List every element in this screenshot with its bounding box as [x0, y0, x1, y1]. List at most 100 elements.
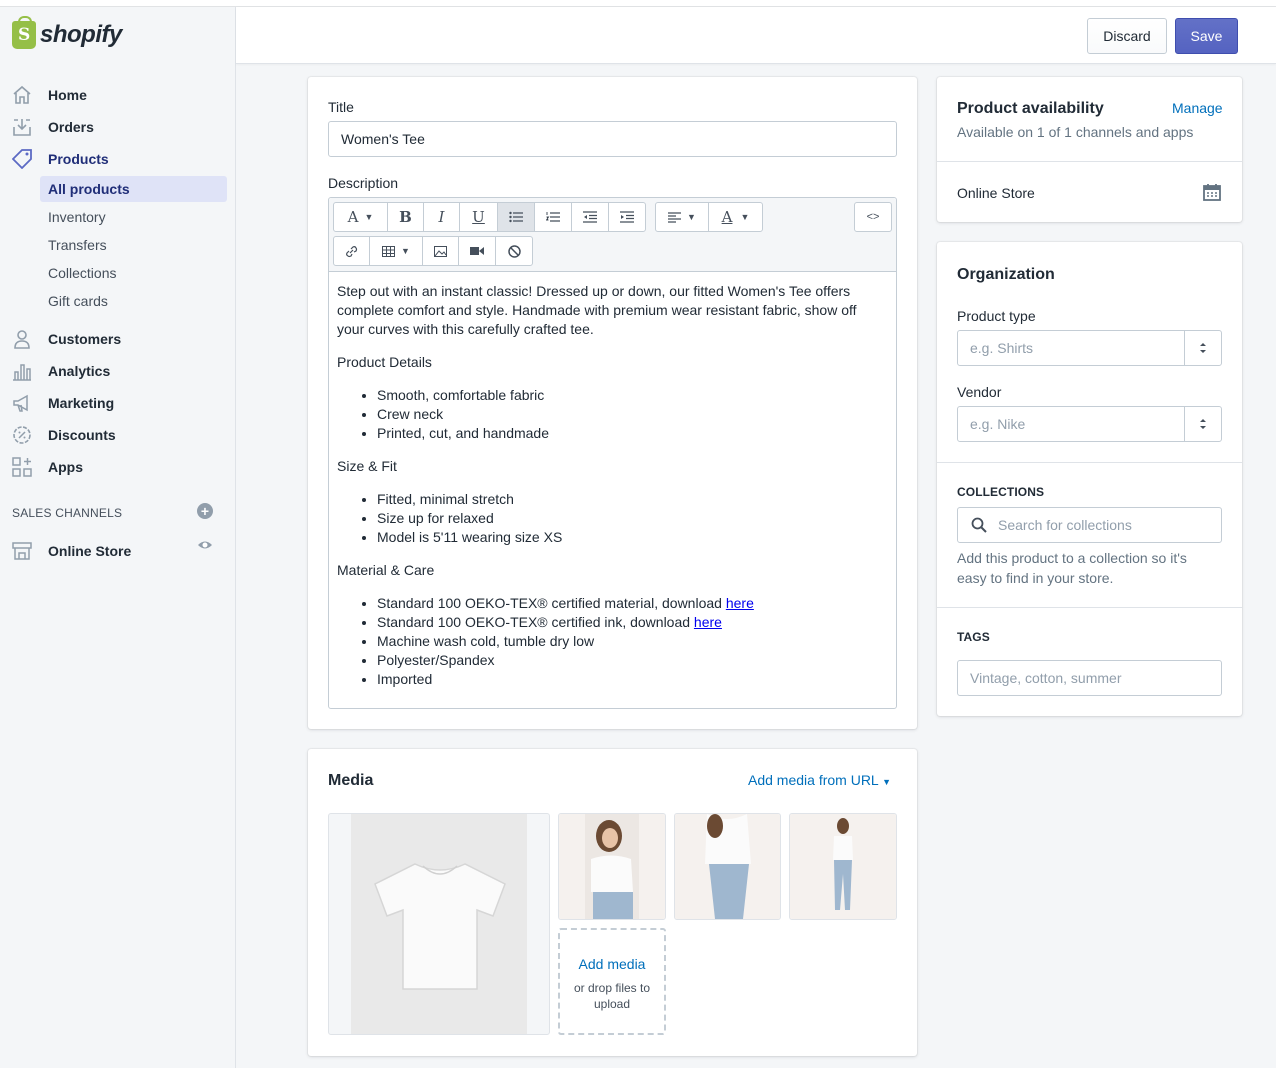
material-text: Standard 100 OEKO-TEX® certified materia…	[377, 595, 726, 611]
add-media-url-dropdown[interactable]: Add media from URL ▼	[748, 772, 891, 788]
material-care-heading: Material & Care	[337, 562, 435, 578]
description-editor: A ▼ B I U ▼ A ▼ <> ▼ Step out with an in…	[328, 197, 897, 709]
bullet-list-button[interactable]	[498, 203, 535, 231]
nav-analytics-label: Analytics	[48, 363, 111, 379]
list-item: Standard 100 OEKO-TEX® certified ink, do…	[377, 613, 877, 632]
bold-button[interactable]: B	[388, 203, 424, 231]
list-item: Machine wash cold, tumble dry low	[377, 632, 877, 651]
list-item: Size up for relaxed	[377, 509, 877, 528]
collections-header: COLLECTIONS	[957, 485, 1045, 499]
ink-download-link[interactable]: here	[694, 614, 722, 630]
search-icon	[971, 517, 987, 533]
align-dropdown[interactable]: ▼	[656, 203, 709, 231]
underline-button[interactable]: U	[460, 203, 498, 231]
brand-name: shopify	[40, 21, 122, 48]
select-arrows-icon	[1184, 407, 1221, 441]
product-type-input[interactable]: e.g. Shirts	[957, 330, 1222, 366]
insert-table-dropdown[interactable]: ▼	[370, 237, 423, 265]
manage-link[interactable]: Manage	[1172, 100, 1223, 116]
collections-search-input[interactable]: Search for collections	[957, 507, 1222, 543]
media-photo-3[interactable]	[789, 813, 897, 920]
add-media-url-label: Add media from URL	[748, 772, 879, 788]
nav-products[interactable]: Products	[0, 144, 236, 174]
availability-title: Product availability	[957, 100, 1104, 117]
nav-gift-cards[interactable]: Gift cards	[40, 288, 227, 314]
model-photo-2	[675, 814, 780, 919]
outdent-button[interactable]	[572, 203, 609, 231]
nav-orders-label: Orders	[48, 119, 94, 135]
list-item: Standard 100 OEKO-TEX® certified materia…	[377, 594, 877, 613]
add-media-dropzone[interactable]: Add media or drop files to upload	[558, 928, 666, 1035]
title-label: Title	[328, 99, 354, 115]
material-care-list: Standard 100 OEKO-TEX® certified materia…	[377, 594, 877, 689]
material-download-link[interactable]: here	[726, 595, 754, 611]
collections-search-placeholder: Search for collections	[998, 517, 1132, 533]
nav-customers[interactable]: Customers	[0, 324, 236, 354]
calendar-icon[interactable]	[1203, 183, 1221, 201]
sales-channels-header: SALES CHANNELS	[12, 506, 123, 520]
video-icon	[470, 247, 484, 255]
list-item: Smooth, comfortable fabric	[377, 386, 877, 405]
nav-marketing-label: Marketing	[48, 395, 115, 411]
insert-link-button[interactable]	[334, 237, 370, 265]
save-button[interactable]: Save	[1175, 18, 1238, 54]
list-item: Polyester/Spandex	[377, 651, 877, 670]
add-media-link[interactable]: Add media	[560, 956, 664, 972]
insert-image-button[interactable]	[423, 237, 459, 265]
source-group: <>	[854, 202, 892, 232]
person-icon	[14, 330, 30, 349]
indent-icon	[620, 211, 634, 223]
clear-formatting-button[interactable]	[496, 237, 532, 265]
list-item: Crew neck	[377, 405, 877, 424]
nav-orders[interactable]: Orders	[0, 112, 236, 142]
indent-button[interactable]	[609, 203, 645, 231]
media-photo-2[interactable]	[674, 813, 781, 920]
view-store-eye-icon[interactable]	[197, 537, 213, 553]
nav-home-label: Home	[48, 87, 87, 103]
font-style-dropdown[interactable]: A ▼	[334, 203, 388, 231]
title-input[interactable]: Women's Tee	[328, 121, 897, 157]
nav-discounts-label: Discounts	[48, 427, 116, 443]
discard-button[interactable]: Discard	[1087, 18, 1167, 54]
description-intro: Step out with an instant classic! Dresse…	[337, 283, 857, 337]
nav-collections[interactable]: Collections	[40, 260, 227, 286]
tag-icon	[12, 149, 32, 169]
media-photo-1[interactable]	[558, 813, 666, 920]
vendor-input[interactable]: e.g. Nike	[957, 406, 1222, 442]
numbered-list-icon	[546, 212, 560, 222]
table-icon	[382, 245, 396, 257]
clear-format-icon	[507, 244, 521, 258]
text-color-dropdown[interactable]: A ▼	[709, 203, 762, 231]
add-sales-channel-icon[interactable]: +	[197, 503, 213, 519]
apps-icon	[12, 457, 32, 477]
outdent-icon	[583, 211, 597, 223]
italic-button[interactable]: I	[424, 203, 460, 231]
nav-apps[interactable]: Apps	[0, 452, 236, 482]
select-arrows-icon	[1184, 331, 1221, 365]
caret-down-icon: ▼	[882, 777, 892, 787]
description-content[interactable]: Step out with an instant classic! Dresse…	[337, 282, 877, 703]
numbered-list-button[interactable]	[535, 203, 572, 231]
description-label: Description	[328, 175, 399, 191]
availability-subtitle: Available on 1 of 1 channels and apps	[957, 124, 1194, 140]
nav-discounts[interactable]: Discounts	[0, 420, 236, 450]
media-tshirt[interactable]	[328, 813, 550, 1035]
nav-marketing[interactable]: Marketing	[0, 388, 236, 418]
megaphone-icon	[13, 394, 28, 412]
image-icon	[434, 245, 447, 257]
html-source-button[interactable]: <>	[855, 203, 891, 231]
nav-inventory[interactable]: Inventory	[40, 204, 227, 230]
tags-input[interactable]: Vintage, cotton, summer	[957, 660, 1222, 696]
editor-toolbar: A ▼ B I U ▼ A ▼ <> ▼	[329, 198, 896, 272]
nav-transfers[interactable]: Transfers	[40, 232, 227, 258]
orders-icon	[13, 119, 31, 136]
shopify-logo[interactable]: S shopify	[12, 16, 122, 49]
nav-analytics[interactable]: Analytics	[0, 356, 236, 386]
organization-title: Organization	[957, 266, 1055, 283]
insert-group: ▼	[333, 236, 533, 266]
nav-home[interactable]: Home	[0, 80, 236, 110]
nav-all-products[interactable]: All products	[40, 176, 227, 202]
discount-icon	[13, 426, 31, 444]
align-left-icon	[668, 211, 682, 223]
insert-video-button[interactable]	[459, 237, 496, 265]
